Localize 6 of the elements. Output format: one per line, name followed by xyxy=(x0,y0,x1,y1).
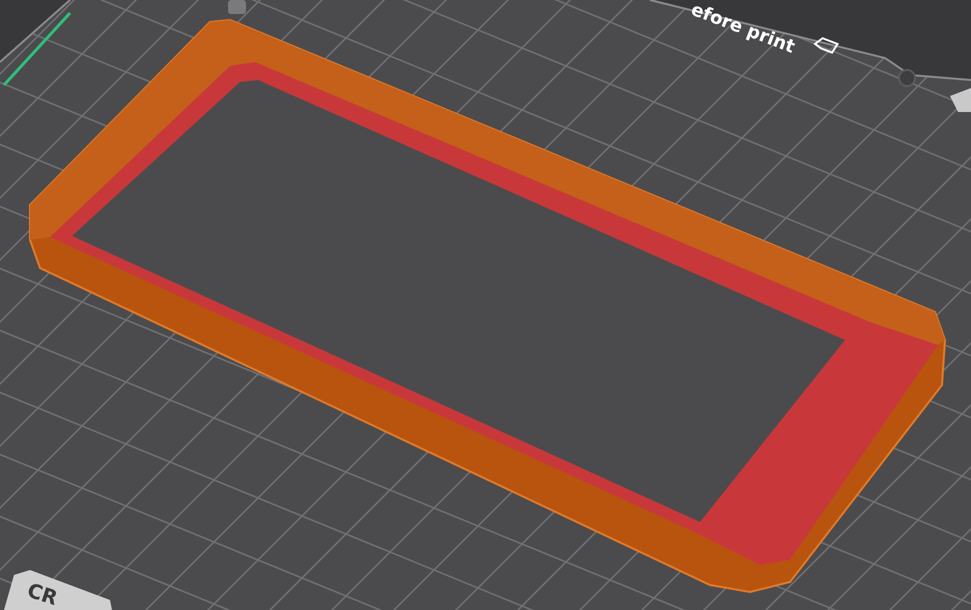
pencil-icon xyxy=(813,37,839,54)
logo-text: CR xyxy=(24,578,60,610)
plate-label: efore print xyxy=(688,0,798,58)
plate-corner xyxy=(950,88,971,112)
nozzle-drawing xyxy=(228,0,246,14)
screw-icon xyxy=(898,69,916,87)
